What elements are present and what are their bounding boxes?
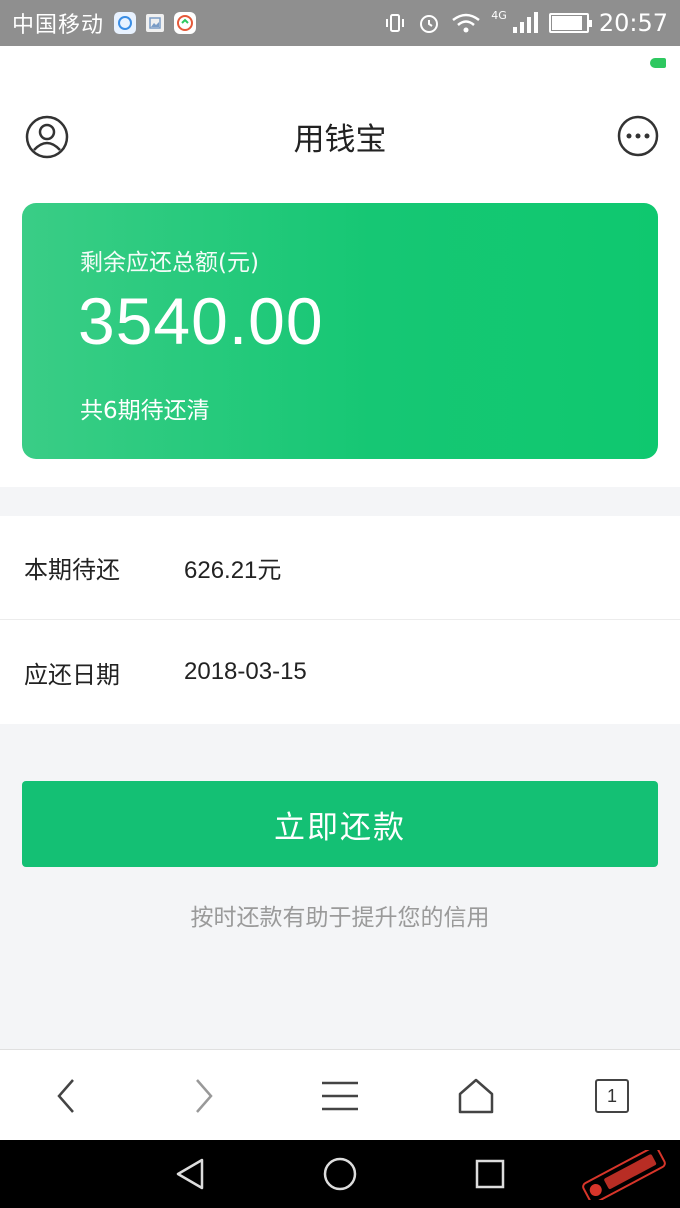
chevron-right-icon[interactable]: [182, 1074, 226, 1118]
recents-square-icon[interactable]: [470, 1154, 510, 1194]
credit-tip: 按时还款有助于提升您的信用: [190, 905, 490, 931]
back-triangle-icon[interactable]: [170, 1154, 210, 1194]
indicator-tag: [650, 58, 666, 68]
due-date-label: 应还日期: [24, 660, 120, 689]
gallery-notification-icon: [146, 14, 165, 32]
home-icon[interactable]: [454, 1074, 498, 1118]
current-due-row: 本期待还 626.21元: [0, 516, 680, 620]
current-due-label: 本期待还: [24, 556, 120, 584]
tab-count: 1: [595, 1079, 629, 1113]
status-bar-right: 4G 20:57: [383, 9, 668, 37]
repayment-details: 本期待还 626.21元 应还日期 2018-03-15: [0, 516, 680, 724]
browser-notification-icon: [114, 12, 137, 34]
tabs-icon[interactable]: 1: [590, 1074, 634, 1118]
status-bar-left: 中国移动: [12, 7, 197, 39]
due-date-value: 2018-03-15: [184, 658, 307, 685]
current-due-value: 626.21元: [184, 557, 282, 584]
clock: 20:57: [598, 9, 668, 37]
network-type: 4G: [491, 8, 507, 22]
watermark-logo: [574, 1145, 674, 1205]
balance-amount: 3540.00: [78, 284, 324, 358]
app-notification-icon: [174, 12, 197, 34]
menu-icon[interactable]: [318, 1074, 362, 1118]
chevron-left-icon[interactable]: [44, 1074, 88, 1118]
signal-icon: [512, 12, 538, 33]
periods-remaining: 共6期待还清: [80, 398, 210, 424]
balance-card: 剩余应还总额(元) 3540.00 共6期待还清: [22, 203, 658, 459]
repay-now-button[interactable]: 立即还款: [22, 781, 658, 867]
balance-label: 剩余应还总额(元): [80, 250, 259, 276]
due-date-row: 应还日期 2018-03-15: [0, 620, 680, 724]
page-title: 用钱宝: [293, 122, 387, 158]
app-header: 用钱宝: [0, 46, 680, 196]
carrier-name: 中国移动: [12, 13, 105, 38]
alarm-icon: [420, 15, 439, 33]
battery-fill: [551, 16, 583, 30]
browser-toolbar: 1: [0, 1049, 680, 1140]
battery-icon: [548, 13, 592, 33]
system-navigation-bar: [0, 1140, 680, 1208]
wifi-icon: [452, 13, 481, 33]
home-circle-icon[interactable]: [320, 1154, 360, 1194]
status-bar: 中国移动 4G 20:57: [0, 0, 680, 46]
more-dots-icon[interactable]: [616, 114, 660, 158]
vibrate-icon: [386, 14, 405, 32]
